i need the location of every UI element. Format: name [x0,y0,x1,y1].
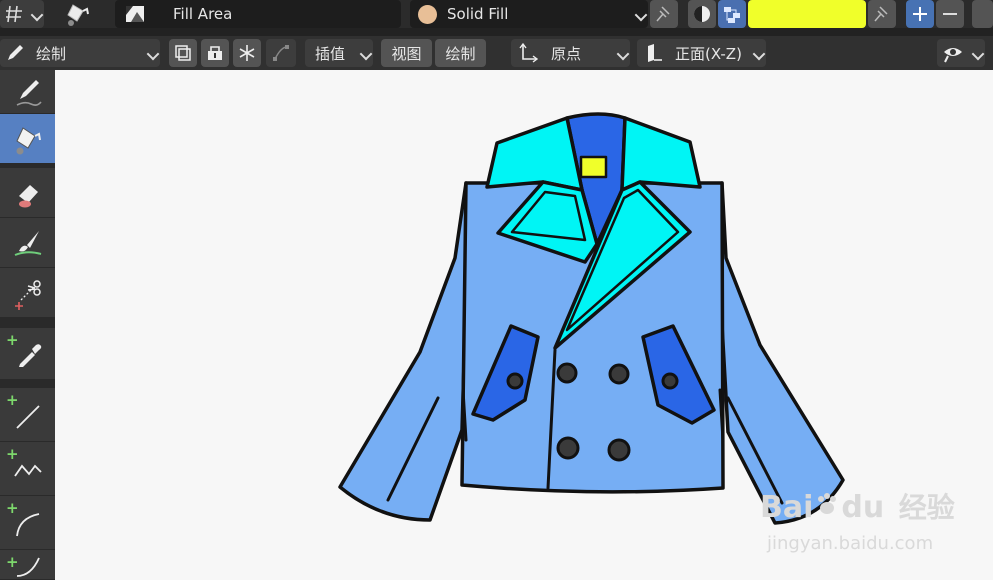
chevron-down-icon [971,47,985,61]
chevron-down-icon [359,47,373,61]
header-overflow-button[interactable] [972,0,993,28]
eyedropper-tool[interactable]: + [0,328,55,380]
right-sleeve [720,181,845,525]
mode-selector[interactable]: 绘制 [0,39,160,67]
brush-icon [14,230,41,256]
collar-tag [579,155,608,179]
snap-menu-button[interactable] [0,0,44,28]
draw-label: 绘制 [445,44,476,63]
material-shading-button[interactable] [688,0,716,28]
add-material-button[interactable] [906,0,934,28]
fill-tool[interactable] [0,114,55,164]
collar-left [485,116,584,192]
pin-material-button[interactable] [650,0,678,28]
interpolate-menu[interactable]: 插值 [305,39,373,67]
chevron-down-icon [616,47,630,61]
add-icon: + [6,391,19,409]
paw-icon [818,493,837,514]
image-icon [126,6,144,22]
eraser-icon [18,184,38,207]
layers-icon [175,45,191,61]
erase-tool[interactable] [0,168,55,218]
header-separator [0,28,993,36]
lock-layers-icon [208,46,222,60]
multiframe-toggle[interactable] [169,39,197,67]
chevron-down-icon [752,47,766,61]
pin-color-button[interactable] [868,0,896,28]
pencil-icon [8,45,23,60]
collar-right [620,116,702,192]
front-plane-icon [648,44,662,62]
pin-icon [656,6,670,22]
curve-tool[interactable]: + [0,550,55,580]
chevron-down-icon [30,8,44,22]
add-icon: + [6,499,19,517]
polyline-tool[interactable]: + [0,442,55,496]
watermark-url: jingyan.baidu.com [767,533,934,554]
origin-axes-icon [519,42,539,63]
toolbar-panel: + + + + + [0,70,55,580]
curve-edit-icon [273,45,289,61]
scissors-icon [14,279,41,310]
viewport-canvas[interactable]: Bai du 经验 jingyan.baidu.com [55,70,993,580]
tool-settings-bar: 绘制 插值 视图 绘制 原点 正面(X-Z) [0,36,993,70]
paint-bucket-icon [15,126,41,154]
snowflake-toggle[interactable] [233,39,261,67]
material-color-dot [418,4,437,24]
watermark-brand-prefix: Bai [760,490,814,525]
active-color-swatch[interactable] [748,0,866,28]
view-label: 视图 [391,44,422,63]
curve-edit-toggle[interactable] [266,39,296,67]
header-bar: Fill Area Solid Fill [0,0,993,28]
origin-label: 原点 [551,44,582,63]
plus-icon [913,7,927,21]
material-selector[interactable]: Solid Fill [410,0,648,28]
chevron-down-icon [146,47,160,61]
node-tree-button[interactable] [718,0,746,28]
add-icon: + [6,331,19,349]
add-icon: + [6,553,19,571]
grid-snap-icon [6,5,22,23]
layer-name-text: Fill Area [173,5,233,23]
snowflake-icon [239,45,255,61]
material-name-text: Solid Fill [447,5,509,23]
tint-tool[interactable] [0,218,55,268]
orientation-selector[interactable]: 正面(X-Z) [637,39,766,67]
eye-icon [944,48,962,63]
chevron-down-icon [634,8,648,22]
arc-tool[interactable]: + [0,496,55,550]
watermark-logo: Bai du 经验 [760,486,955,526]
watermark-brand-cn: 经验 [898,491,955,524]
draw-tool[interactable] [0,70,55,114]
add-icon: + [6,445,19,463]
remove-material-button[interactable] [936,0,964,28]
visibility-overlay-menu[interactable] [937,39,985,67]
minus-icon [943,13,957,15]
shading-sphere-icon [694,6,710,22]
paint-bucket-icon [67,4,89,26]
layer-name-field[interactable]: Fill Area [115,0,401,28]
mode-label: 绘制 [36,44,67,63]
fill-brush-preview[interactable] [58,0,98,28]
origin-selector[interactable]: 原点 [511,39,630,67]
view-menu[interactable]: 视图 [381,39,432,67]
autolock-toggle[interactable] [201,39,229,67]
line-tool[interactable]: + [0,388,55,442]
node-tree-icon [724,7,740,23]
pencil-icon [16,79,42,106]
pin-icon [874,6,888,22]
interpolate-label: 插值 [315,44,346,63]
orientation-label: 正面(X-Z) [675,44,742,63]
cutter-tool[interactable] [0,268,55,318]
draw-menu[interactable]: 绘制 [435,39,486,67]
watermark-brand-suffix: du [841,490,885,525]
